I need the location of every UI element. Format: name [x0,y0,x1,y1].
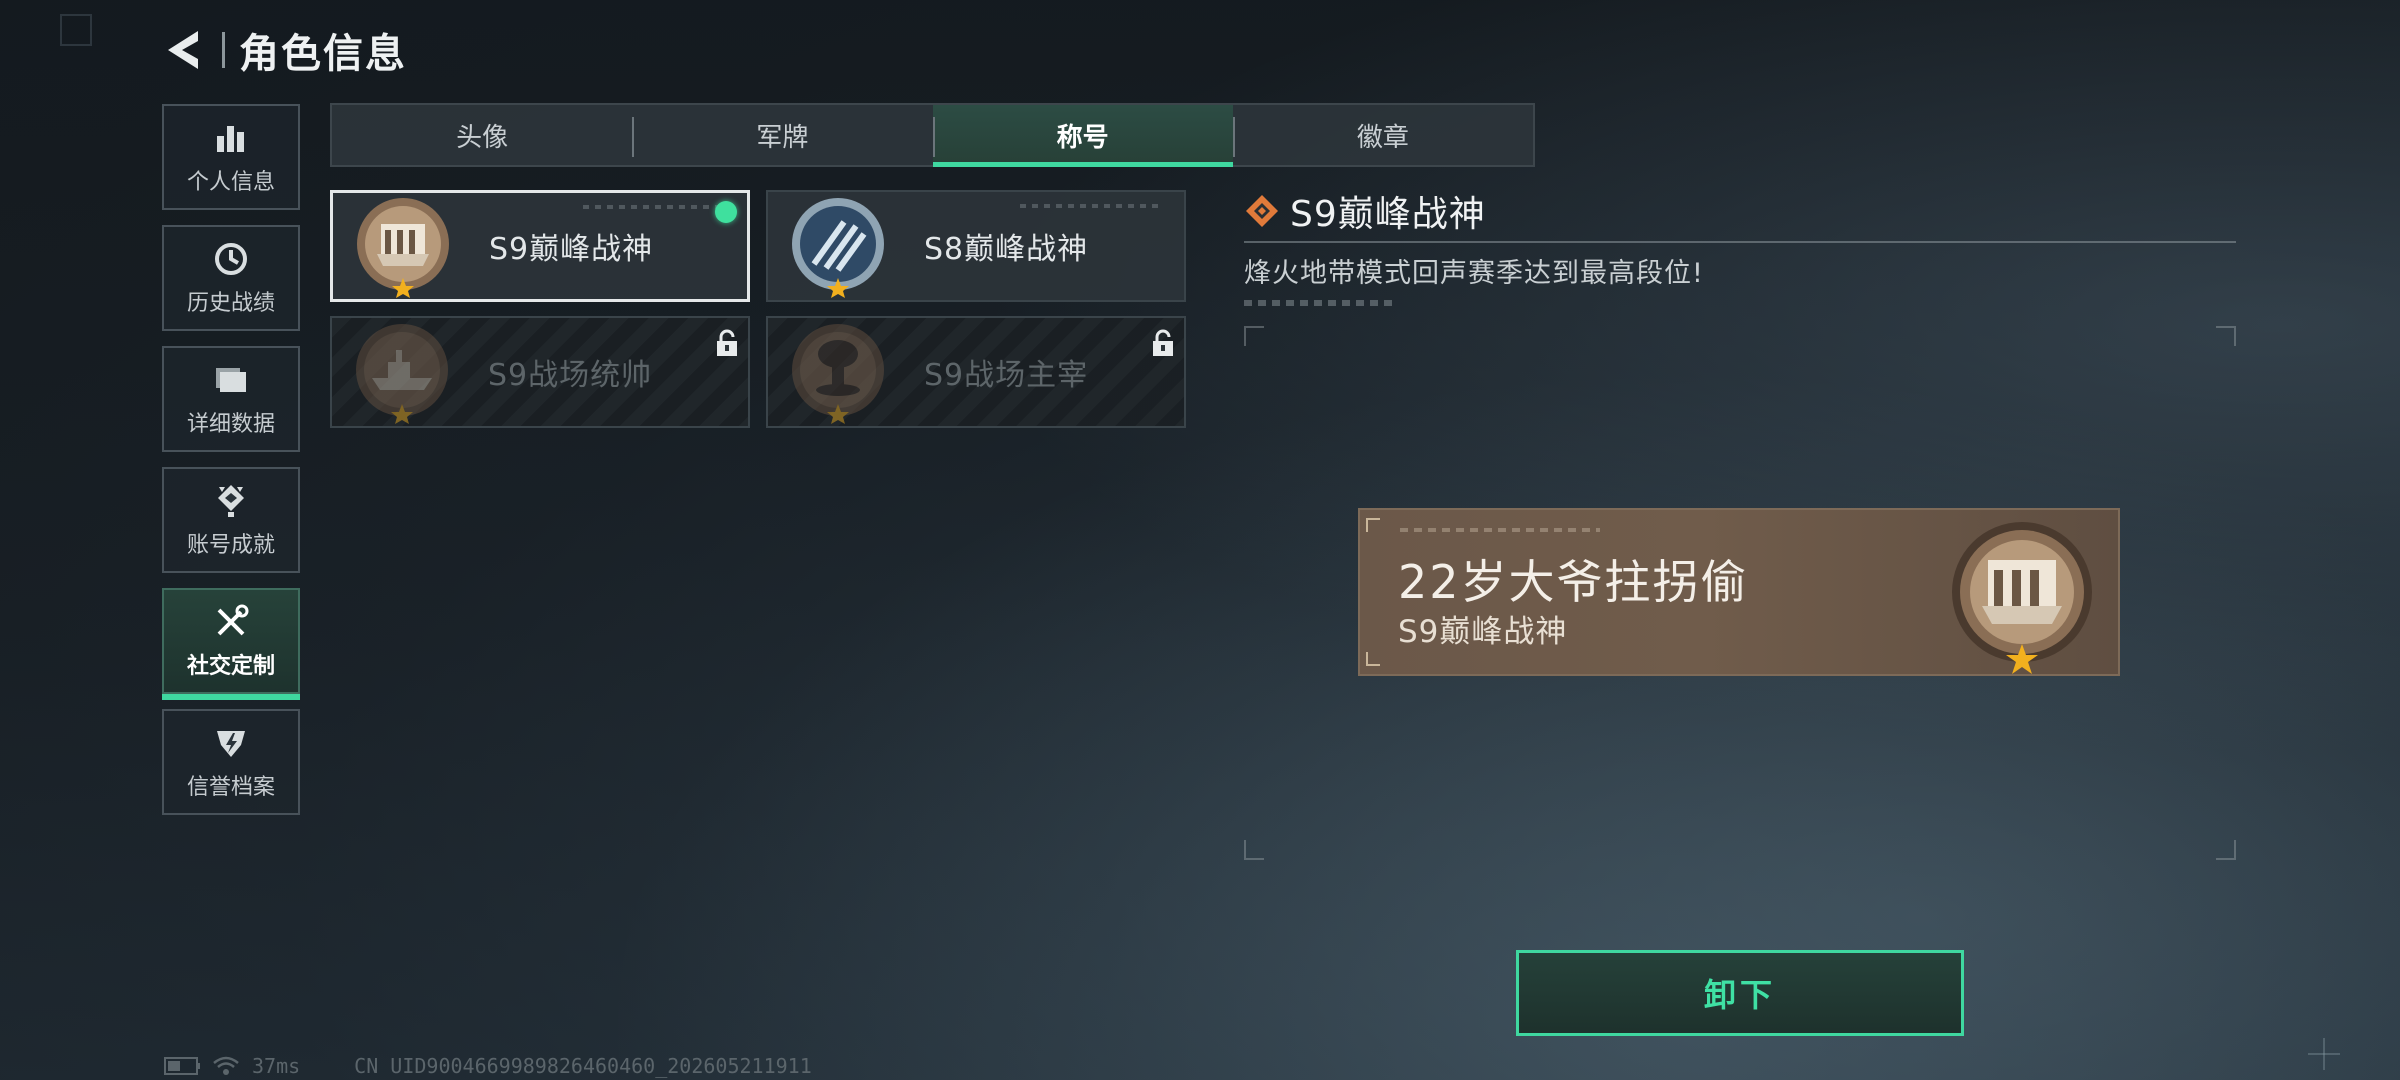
title-card[interactable]: S9战场统帅 [330,316,750,428]
sidebar-item-label: 社交定制 [186,654,275,679]
sidebar-item-label: 历史战绩 [186,291,275,316]
blue-stripe-medal-icon [792,198,884,298]
tab-avatar[interactable]: 头像 [332,105,632,165]
sidebar-item-personal-info[interactable]: 个人信息 [162,104,300,210]
frame-corner [2216,840,2236,860]
title-grid: S9巅峰战神 S8巅峰战神 S9战场统帅 S9战场主宰 [330,190,1188,428]
detail-divider [1244,241,2236,243]
lock-icon [717,329,737,356]
folder-icon [216,368,246,392]
title-card-label: S8巅峰战神 [924,232,1089,267]
clock-icon [215,243,247,275]
nameplate-title: S9巅峰战神 [1398,614,1568,650]
diamond-emblem-icon [1246,195,1278,227]
sidebar: 个人信息 历史战绩 详细数据 账号成就 社交定制 信誉档案 [162,104,300,830]
lock-icon [1153,329,1173,356]
frame-corner [1366,518,1380,532]
achievement-icon [218,485,244,517]
detail-title: S9巅峰战神 [1290,194,1486,235]
tiny-serial-text [1020,204,1160,208]
title-detail-panel: S9巅峰战神 烽火地带模式回声赛季达到最高段位! [1244,185,2236,306]
detail-header: S9巅峰战神 [1244,185,2236,237]
bar-chart-icon [217,126,244,152]
header: 角色信息 [160,22,407,78]
sidebar-item-label: 详细数据 [186,412,275,437]
tiny-serial-text [1400,528,1600,532]
sidebar-item-social-custom[interactable]: 社交定制 [162,588,300,700]
page-title: 角色信息 [239,31,407,77]
status-bar: 37ms CN UID9004669989826460460_202605211… [164,1054,812,1078]
tiny-serial-text [583,205,723,209]
nameplate-preview: 22岁大爷拄拐偷 S9巅峰战神 [1358,508,2120,676]
tab-badge[interactable]: 徽章 [1232,105,1533,165]
fortress-medal-icon [1952,522,2092,674]
ping-readout: 37ms [252,1054,301,1078]
frame-corner [1366,652,1380,666]
title-card-label: S9战场主宰 [924,358,1089,393]
equipped-indicator [715,201,737,223]
sidebar-item-label: 账号成就 [186,533,275,558]
header-divider [222,32,225,68]
tiny-serial-text [1244,300,1394,306]
sidebar-item-label: 信誉档案 [186,775,275,800]
mushroom-cloud-medal-icon [792,324,884,424]
frame-corner [1244,326,1264,346]
title-card[interactable]: S9巅峰战神 [330,190,750,302]
sidebar-item-achievements[interactable]: 账号成就 [162,467,300,573]
title-card-label: S9战场统帅 [488,358,653,393]
title-card-label: S9巅峰战神 [489,232,654,267]
player-name: 22岁大爷拄拐偷 [1398,555,1749,609]
fortress-medal-icon [357,198,449,298]
back-arrow-icon[interactable] [160,25,210,75]
unequip-button[interactable]: 卸下 [1516,950,1964,1036]
category-tabs: 头像 军牌 称号 徽章 [330,103,1535,167]
title-card[interactable]: S8巅峰战神 [766,190,1186,302]
sidebar-item-history[interactable]: 历史战绩 [162,225,300,331]
corner-mark [60,14,92,46]
sidebar-item-reputation[interactable]: 信誉档案 [162,709,300,815]
shield-icon [217,731,245,757]
sidebar-item-detail-data[interactable]: 详细数据 [162,346,300,452]
uid-text: CN UID9004669989826460460_202605211911 [354,1054,812,1078]
detail-description: 烽火地带模式回声赛季达到最高段位! [1244,258,1704,289]
warship-medal-icon [356,324,448,424]
frame-corner [1244,840,1264,860]
tab-title[interactable]: 称号 [932,105,1234,167]
tools-icon [217,604,249,636]
crosshair-icon [2308,1038,2340,1070]
frame-corner [2216,326,2236,346]
sidebar-item-label: 个人信息 [186,170,275,195]
wifi-icon [213,1056,239,1075]
title-card[interactable]: S9战场主宰 [766,316,1186,428]
battery-icon [164,1057,200,1075]
tab-dog-tag[interactable]: 军牌 [632,105,932,165]
